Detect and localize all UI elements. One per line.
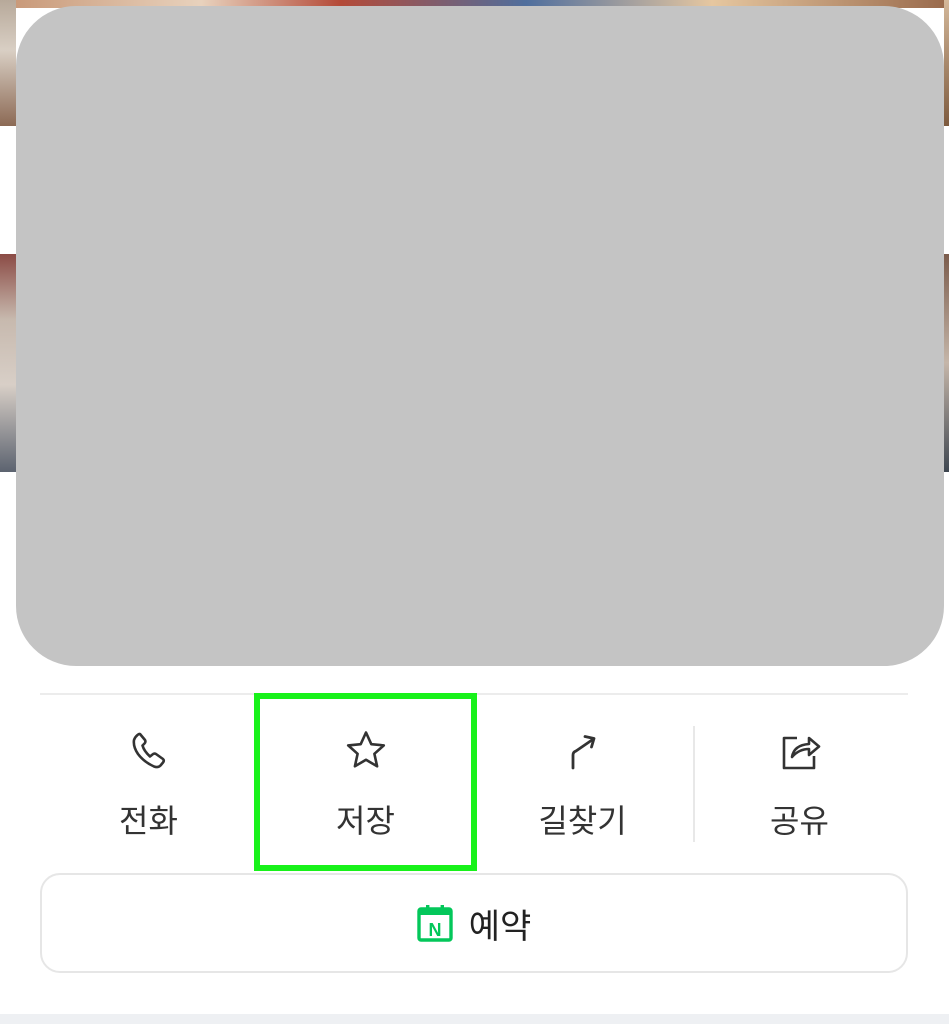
call-label: 전화 <box>119 802 178 840</box>
naver-calendar-icon: N <box>417 905 453 942</box>
directions-icon <box>571 735 595 770</box>
reserve-button[interactable]: N 예약 <box>40 873 908 973</box>
save-label: 저장 <box>336 802 395 840</box>
phone-icon <box>132 732 165 769</box>
save-button[interactable]: 저장 <box>254 693 477 871</box>
divider <box>40 693 908 695</box>
photo-thumbnail[interactable] <box>944 254 949 472</box>
photo-thumbnail[interactable] <box>0 0 16 126</box>
share-label: 공유 <box>770 802 829 840</box>
star-icon <box>346 731 385 768</box>
photo-thumbnail[interactable] <box>944 0 949 126</box>
call-button[interactable]: 전화 <box>40 696 257 868</box>
share-button[interactable]: 공유 <box>691 696 908 868</box>
share-icon <box>782 736 820 770</box>
directions-button[interactable]: 길찾기 <box>474 696 691 868</box>
action-bar: 전화 저장 길찾기 공유 <box>40 693 908 871</box>
section-separator <box>0 1014 949 1024</box>
blank-overlay-card <box>16 6 944 666</box>
reserve-label: 예약 <box>468 906 532 947</box>
divider <box>693 726 695 842</box>
directions-label: 길찾기 <box>538 802 627 840</box>
photo-thumbnail[interactable] <box>0 254 16 472</box>
naver-n-letter: N <box>428 920 441 940</box>
